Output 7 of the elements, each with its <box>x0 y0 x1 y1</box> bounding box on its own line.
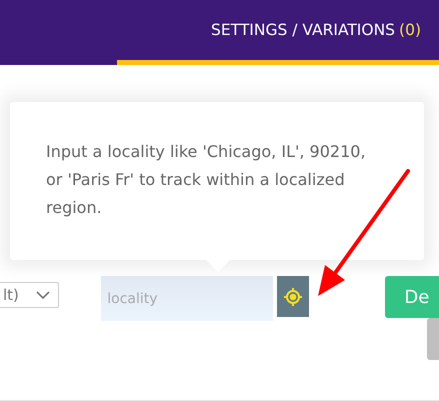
chevron-icon <box>36 290 50 300</box>
tooltip-text: Input a locality like 'Chicago, IL', 90210, or 'Paris Fr' to track within a localized region. <box>46 141 367 219</box>
crosshair-icon <box>283 286 304 306</box>
locate-button[interactable] <box>277 276 310 317</box>
settings-tab[interactable]: SETTINGS / VARIATIONS (0) <box>117 0 439 65</box>
dropdown[interactable]: lt) <box>0 282 60 308</box>
locality-field[interactable]: locality <box>101 276 274 321</box>
